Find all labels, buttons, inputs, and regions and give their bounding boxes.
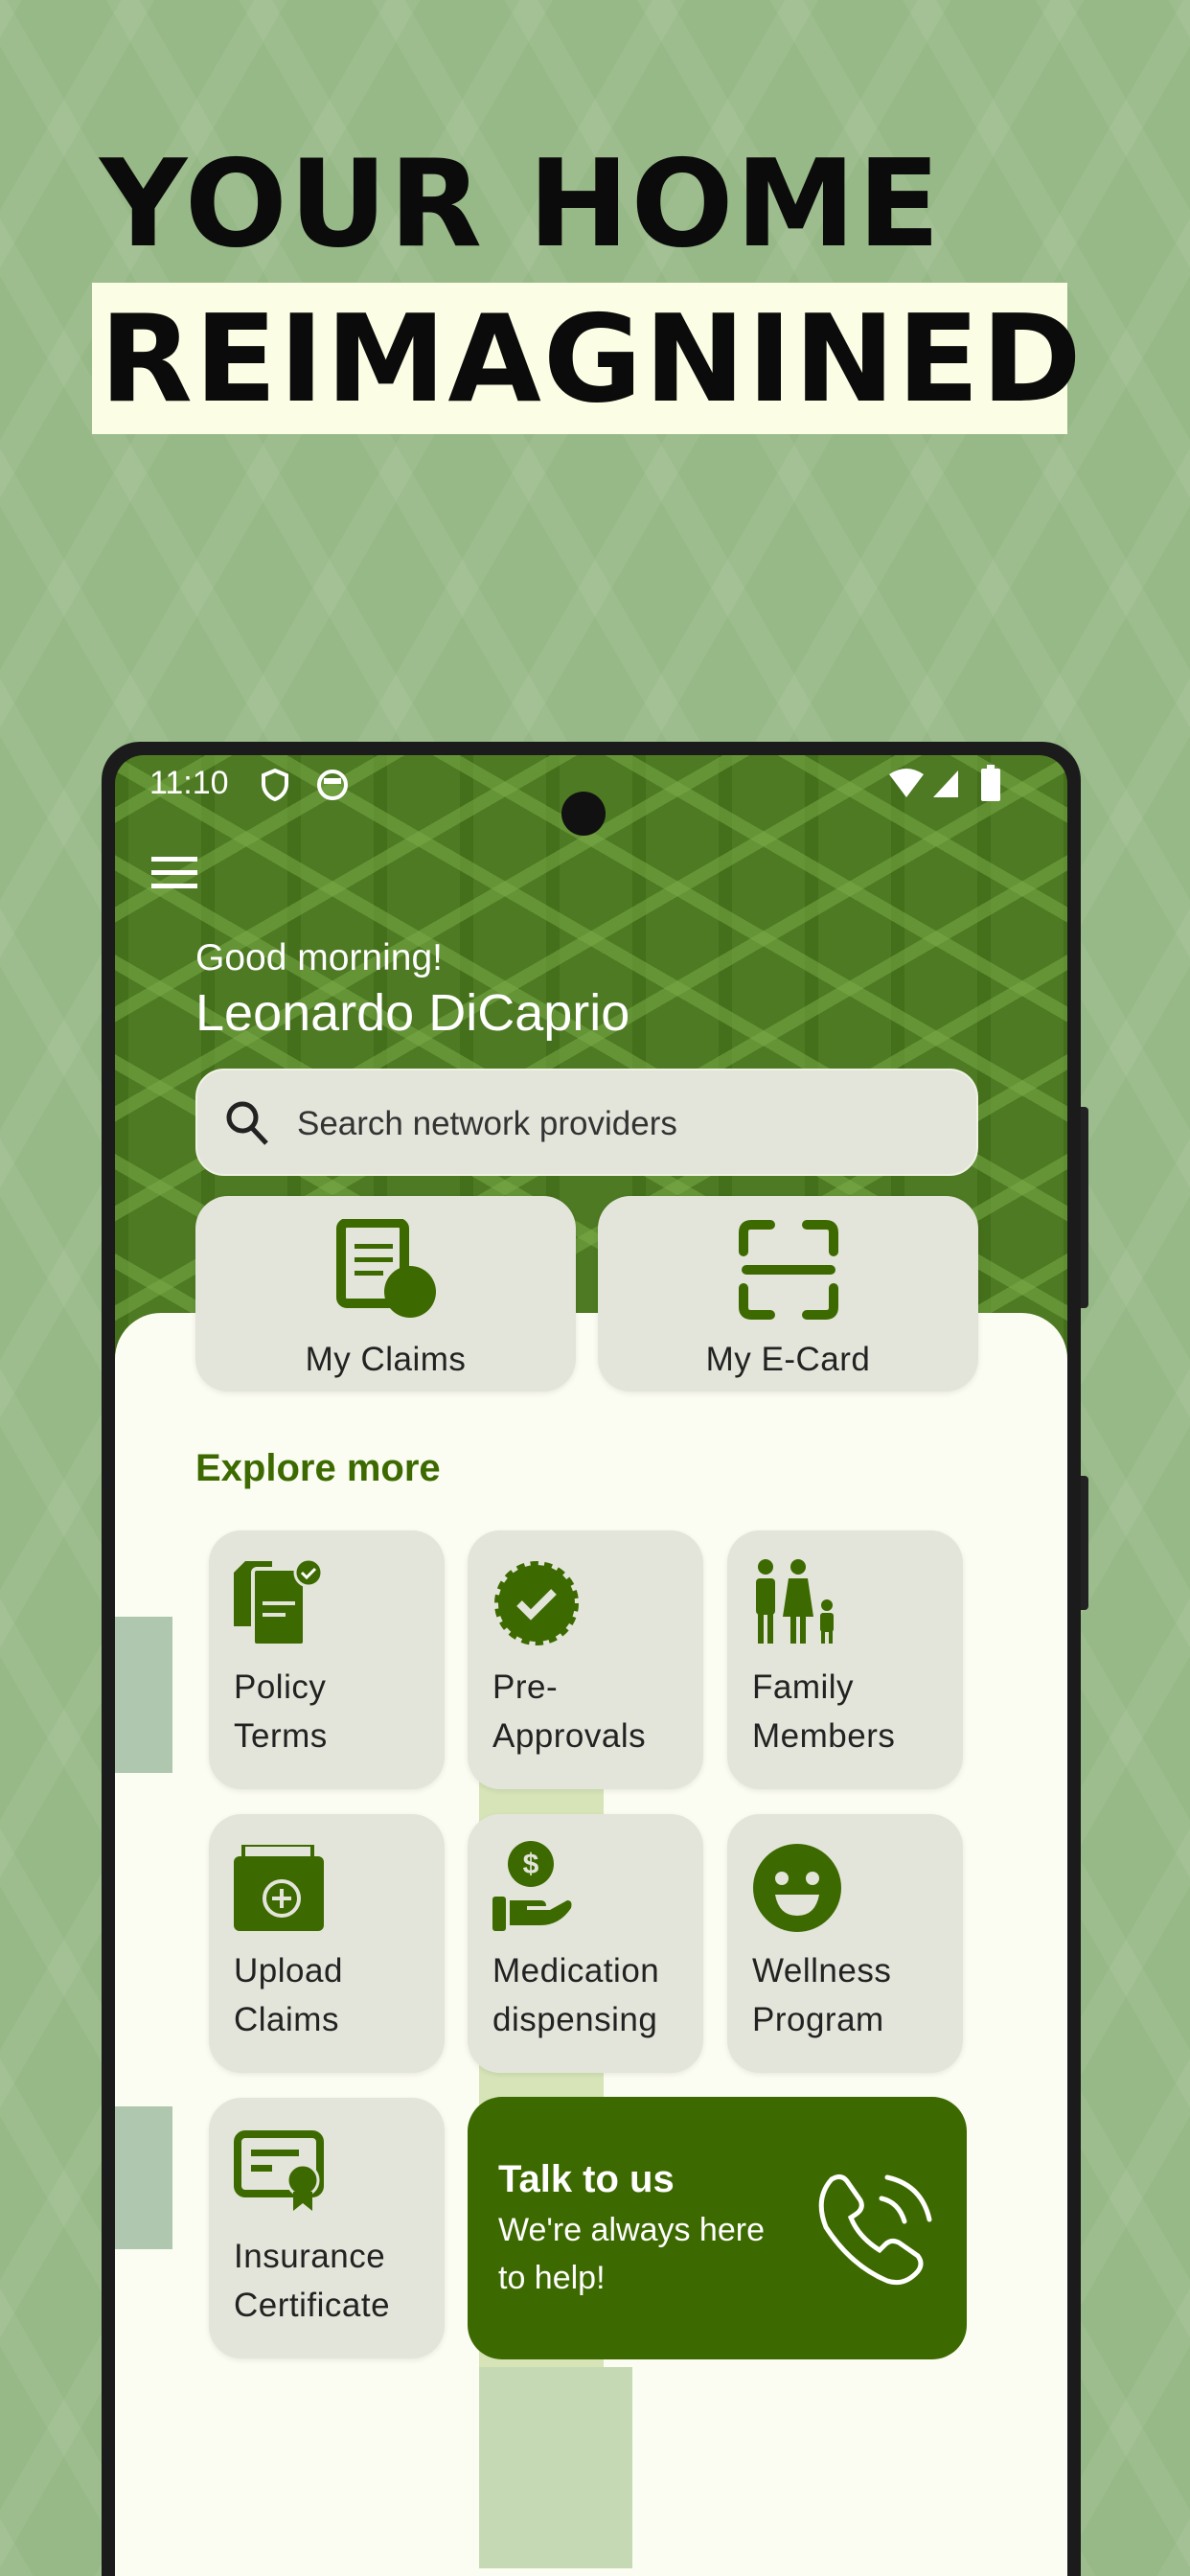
talk-title: Talk to us: [498, 2158, 675, 2200]
decor-shape: [115, 1617, 172, 1773]
decor-shape: [115, 2106, 172, 2249]
verified-badge-icon: [494, 1561, 579, 1645]
family-members-label-2: Members: [752, 1717, 896, 1755]
wellness-label-2: Program: [752, 2001, 884, 2038]
policy-terms-button[interactable]: Policy Terms: [209, 1530, 445, 1789]
upload-claims-label-2: Claims: [234, 2001, 339, 2038]
policy-terms-label-2: Terms: [234, 1717, 328, 1755]
status-time: 11:10: [149, 765, 229, 801]
search-icon: [226, 1101, 268, 1145]
side-button: [1081, 1107, 1088, 1308]
phone-call-icon: [818, 2174, 932, 2286]
pre-approvals-label-1: Pre-: [492, 1668, 559, 1706]
battery-icon: [981, 765, 1000, 801]
shield-icon: [262, 769, 288, 801]
side-button: [1081, 1476, 1088, 1610]
svg-text:$: $: [523, 1849, 539, 1880]
insurance-label-2: Certificate: [234, 2287, 391, 2324]
decor-shape: [479, 2367, 632, 2568]
hand-dollar-icon: $: [492, 1841, 572, 1931]
insurance-label-1: Insurance: [234, 2238, 386, 2275]
medication-label-1: Medication: [492, 1952, 660, 1990]
pre-approvals-label-2: Approvals: [492, 1717, 647, 1755]
scan-card-icon: [739, 1220, 838, 1320]
family-icon: [756, 1559, 834, 1644]
hamburger-icon[interactable]: [151, 857, 197, 889]
family-members-button[interactable]: Family Members: [727, 1530, 963, 1789]
upload-claims-label-1: Upload: [234, 1952, 343, 1990]
pre-approvals-button[interactable]: Pre- Approvals: [468, 1530, 703, 1789]
talk-line2: to help!: [498, 2260, 606, 2296]
talk-line1: We're always here: [498, 2212, 765, 2248]
signal-icon: [933, 770, 958, 797]
smiley-icon: [753, 1844, 841, 1932]
wellness-program-button[interactable]: Wellness Program: [727, 1814, 963, 2073]
policy-terms-label-1: Policy: [234, 1668, 327, 1706]
camera-cutout: [561, 792, 606, 836]
policy-document-icon: [234, 1559, 324, 1647]
explore-title: Explore more: [195, 1447, 441, 1489]
greeting: Good morning!: [195, 937, 443, 978]
search-placeholder: Search network providers: [297, 1105, 677, 1142]
my-claims-button[interactable]: My Claims: [195, 1196, 576, 1392]
app-screen: 11:10 Good morning! Leonardo DiCaprio Se…: [115, 755, 1067, 2576]
upload-claims-button[interactable]: Upload Claims: [209, 1814, 445, 2073]
user-name: Leonardo DiCaprio: [195, 984, 630, 1042]
search-input[interactable]: Search network providers: [195, 1069, 978, 1176]
insurance-certificate-button[interactable]: Insurance Certificate: [209, 2098, 445, 2358]
medication-label-2: dispensing: [492, 2001, 658, 2038]
wellness-label-1: Wellness: [752, 1952, 892, 1990]
headline-line2: REIMAGNINED: [100, 288, 1084, 429]
talk-to-us-button[interactable]: Talk to us We're always here to help!: [468, 2097, 967, 2359]
headline-line1: YOUR HOME: [100, 133, 943, 274]
family-members-label-1: Family: [752, 1668, 855, 1706]
my-ecard-button[interactable]: My E-Card: [598, 1196, 978, 1392]
my-claims-label: My Claims: [305, 1341, 467, 1378]
certificate-icon: [234, 2130, 324, 2211]
face-icon: [317, 770, 348, 800]
wifi-icon: [889, 769, 924, 797]
folder-add-icon: [234, 1845, 324, 1931]
my-ecard-label: My E-Card: [705, 1341, 871, 1378]
claims-document-icon: [336, 1219, 436, 1318]
medication-dispensing-button[interactable]: $ Medication dispensing: [468, 1814, 703, 2073]
